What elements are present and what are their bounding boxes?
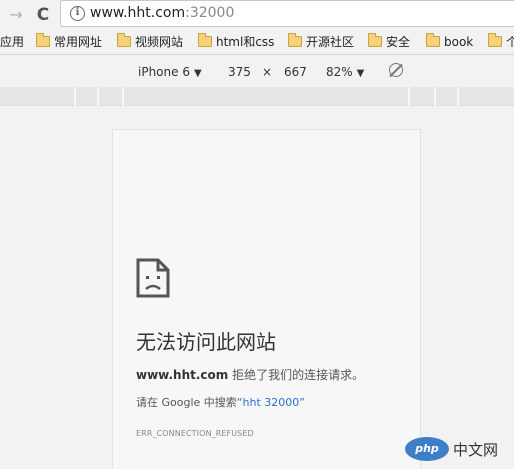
dropdown-triangle-icon: ▼ — [356, 68, 365, 79]
times-sign: × — [262, 65, 273, 79]
zoom-select[interactable]: 82% ▼ — [326, 65, 364, 81]
folder-icon — [36, 33, 50, 47]
search-suggestion: 请在 Google 中搜索“hht 32000” — [136, 394, 305, 410]
zoom-value: 82% — [326, 65, 353, 79]
device-select[interactable]: iPhone 6 ▼ — [138, 65, 202, 81]
ruler-divider — [434, 87, 436, 106]
bookmark-folder[interactable]: html和css — [198, 33, 275, 50]
bookmark-label: 常用网址 — [54, 35, 103, 49]
browser-toolbar: → C i www.hht.com:32000 — [0, 0, 514, 30]
search-link[interactable]: “hht 32000” — [237, 396, 305, 409]
url-text[interactable]: www.hht.com:32000 — [90, 5, 234, 21]
device-name: iPhone 6 — [138, 65, 190, 79]
error-host: www.hht.com — [136, 368, 229, 382]
search-prefix: 请在 Google 中搜索 — [136, 396, 237, 409]
bookmark-label: 视频网站 — [135, 35, 184, 49]
ruler-divider — [408, 87, 410, 106]
error-refused-text: 拒绝了我们的连接请求。 — [228, 368, 365, 382]
rotate-icon[interactable] — [389, 63, 403, 77]
media-query-bar[interactable] — [0, 87, 514, 106]
php-logo: php — [405, 437, 449, 461]
device-toolbar: iPhone 6 ▼ 375 × 667 82% ▼ — [0, 56, 514, 87]
bookmark-label: 安全 — [386, 35, 411, 49]
bookmark-label: book — [444, 35, 474, 49]
ruler-divider — [97, 87, 99, 106]
watermark-text: 中文网 — [453, 441, 499, 459]
forward-arrow-icon[interactable]: → — [6, 5, 26, 25]
sad-document-icon — [136, 258, 170, 298]
folder-icon — [488, 33, 502, 47]
dropdown-triangle-icon: ▼ — [193, 68, 202, 79]
bookmark-folder[interactable]: 安全 — [368, 33, 411, 50]
bookmark-apps[interactable]: 应用 — [0, 34, 24, 50]
bookmark-label: html和css — [216, 35, 275, 49]
folder-icon — [288, 33, 302, 47]
bookmark-folder[interactable]: 常用网址 — [36, 33, 103, 50]
bookmarks-bar: 应用 常用网址 视频网站 html和css 开源社区 安全 book 个 — [0, 30, 514, 55]
url-host: www.hht.com — [90, 5, 186, 21]
folder-icon — [368, 33, 382, 47]
watermark: php 中文网 — [405, 436, 514, 462]
folder-icon — [198, 33, 212, 47]
height-input[interactable]: 667 — [284, 65, 307, 79]
url-port: :32000 — [185, 5, 235, 21]
bookmark-folder[interactable]: 个 — [488, 33, 514, 50]
device-screen: 无法访问此网站 www.hht.com 拒绝了我们的连接请求。 请在 Googl… — [112, 129, 421, 469]
ruler-divider — [122, 87, 124, 106]
width-input[interactable]: 375 — [228, 65, 251, 79]
bookmark-folder[interactable]: 视频网站 — [117, 33, 184, 50]
ruler-divider — [74, 87, 76, 106]
error-code: ERR_CONNECTION_REFUSED — [136, 429, 254, 438]
info-icon[interactable]: i — [70, 6, 85, 21]
bookmark-label: 应用 — [0, 35, 25, 49]
folder-icon — [426, 33, 440, 47]
bookmark-label: 开源社区 — [306, 35, 355, 49]
bookmark-folder[interactable]: 开源社区 — [288, 33, 355, 50]
ruler-divider — [457, 87, 459, 106]
folder-icon — [117, 33, 131, 47]
error-title: 无法访问此网站 — [136, 330, 276, 354]
address-bar[interactable]: i www.hht.com:32000 — [60, 0, 514, 27]
error-description: www.hht.com 拒绝了我们的连接请求。 — [136, 366, 364, 383]
bookmark-folder[interactable]: book — [426, 33, 474, 50]
bookmark-label: 个 — [506, 35, 514, 49]
reload-icon[interactable]: C — [33, 5, 53, 25]
